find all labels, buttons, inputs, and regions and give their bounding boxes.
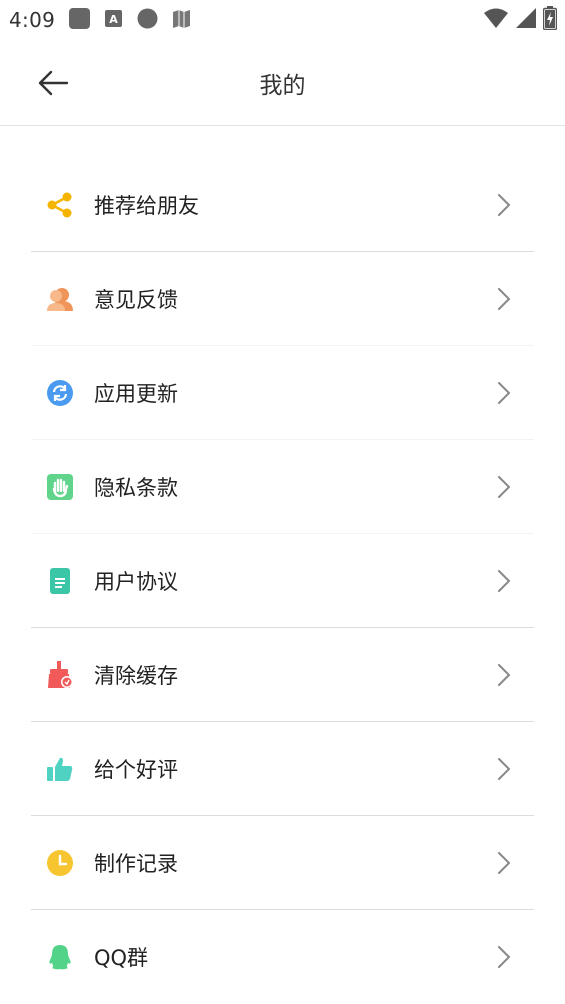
menu-item-clear-cache[interactable]: 清除缓存 (31, 628, 534, 722)
menu-item-label: QQ群 (94, 946, 149, 970)
chevron-right-icon (498, 381, 510, 404)
wifi-icon (483, 7, 509, 33)
menu-item-label: 隐私条款 (94, 475, 178, 500)
broom-icon (45, 660, 75, 690)
chevron-right-icon (498, 193, 510, 216)
menu-item-qq-group[interactable]: QQ群 (31, 910, 534, 1004)
chevron-right-icon (498, 851, 510, 874)
chevron-right-icon (498, 287, 510, 310)
menu-item-label: 意见反馈 (94, 287, 178, 312)
refresh-icon (45, 378, 75, 408)
status-bar: 4:09 A (0, 0, 565, 38)
svg-text:A: A (109, 13, 118, 26)
battery-icon (542, 6, 558, 34)
page-title: 我的 (259, 73, 306, 99)
menu-item-app-update[interactable]: 应用更新 (31, 346, 534, 440)
status-icons-right (483, 6, 558, 34)
menu-item-label: 清除缓存 (94, 663, 178, 688)
menu-item-label: 应用更新 (94, 381, 178, 406)
settings-menu-list: 推荐给朋友 意见反馈 应用更新 隐私条款 用户协议 清除缓存 给个好评 制作记录… (31, 158, 534, 1004)
privacy-hand-icon (45, 472, 75, 502)
menu-item-privacy[interactable]: 隐私条款 (31, 440, 534, 534)
menu-item-rate-app[interactable]: 给个好评 (31, 722, 534, 816)
menu-item-label: 用户协议 (94, 569, 178, 594)
share-icon (45, 190, 75, 220)
book-icon (170, 7, 193, 30)
chevron-right-icon (498, 569, 510, 592)
menu-item-label: 制作记录 (94, 851, 178, 876)
chevron-right-icon (498, 663, 510, 686)
menu-item-history[interactable]: 制作记录 (31, 816, 534, 910)
menu-item-feedback[interactable]: 意见反馈 (31, 252, 534, 346)
qq-icon (45, 942, 75, 972)
document-icon (45, 566, 75, 596)
thumbs-up-icon (45, 754, 75, 784)
status-icons-left: A (68, 7, 193, 30)
font-a-icon: A (102, 7, 125, 30)
chevron-right-icon (498, 475, 510, 498)
menu-item-label: 给个好评 (94, 757, 178, 782)
chevron-right-icon (498, 757, 510, 780)
signal-icon (515, 7, 537, 33)
chevron-right-icon (498, 946, 510, 968)
menu-item-recommend[interactable]: 推荐给朋友 (31, 158, 534, 252)
circle-icon (136, 7, 159, 30)
app-bar: 我的 (0, 38, 565, 126)
clock-icon (45, 848, 75, 878)
feedback-icon (45, 284, 75, 314)
menu-item-label: 推荐给朋友 (94, 193, 199, 218)
menu-item-user-agreement[interactable]: 用户协议 (31, 534, 534, 628)
status-time: 4:09 (9, 8, 56, 32)
app-square-icon (68, 7, 91, 30)
